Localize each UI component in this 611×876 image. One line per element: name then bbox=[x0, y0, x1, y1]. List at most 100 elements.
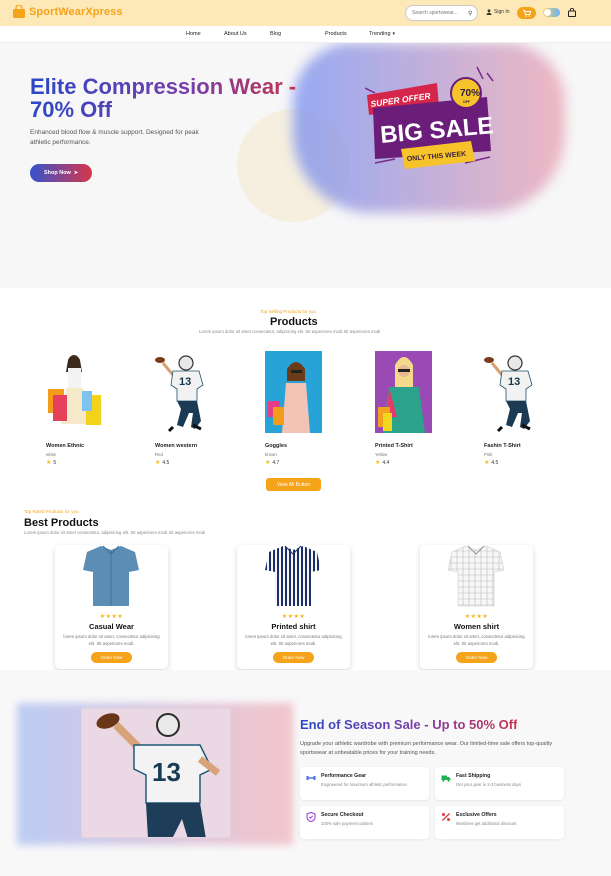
product-card[interactable]: Women Ethnic white ★ 5 bbox=[46, 351, 116, 466]
product-image bbox=[48, 355, 101, 425]
big-sale-banner: 70% OFF SUPER OFFER BIG SALE ONLY THIS W… bbox=[365, 66, 494, 169]
cart-icon bbox=[522, 9, 531, 17]
search-icon[interactable]: ⚲ bbox=[468, 10, 472, 17]
product-image bbox=[265, 351, 322, 433]
arrow-right-icon: ➤ bbox=[73, 170, 79, 176]
feature-performance-gear: Performance Gear Engineered for maximum … bbox=[300, 767, 429, 800]
rating-stars: ★★★★ bbox=[99, 614, 124, 620]
shop-now-button[interactable]: Shop Now ➤ bbox=[30, 164, 92, 182]
product-color: Yellow bbox=[375, 452, 388, 457]
truck-icon bbox=[441, 775, 451, 782]
feature-exclusive-offers: Exclusive Offers Members get additional … bbox=[435, 806, 564, 839]
sale-title: End of Season Sale - Up to 50% Off bbox=[300, 717, 518, 732]
banner-badge-sub: OFF bbox=[463, 100, 471, 104]
star-icon: ★ bbox=[155, 460, 161, 466]
svg-text:13: 13 bbox=[508, 376, 520, 388]
product-rating: ★ 4.4 bbox=[375, 459, 445, 467]
hero-section: Elite Compression Wear - 70% Off Enhance… bbox=[0, 43, 611, 288]
product-rating: ★ 4.5 bbox=[155, 459, 225, 467]
products-kicker: Top Selling Products for you bbox=[260, 309, 317, 314]
best-kicker: Top Rated Products for you bbox=[24, 509, 79, 514]
best-product-card[interactable]: ★★★★ Printed shirt lorem ipsum dolor sit… bbox=[237, 545, 350, 669]
svg-text:13: 13 bbox=[152, 757, 181, 787]
sale-description: Upgrade your athletic wardrobe with prem… bbox=[300, 741, 553, 756]
best-product-card[interactable]: ★★★★ Women shirt lorem ipsum dolor sit a… bbox=[420, 545, 533, 669]
product-card[interactable]: 13 Fashin T-Shirt Pink ★ 4.5 bbox=[484, 351, 554, 466]
nav-about-us[interactable]: About Us bbox=[224, 31, 247, 37]
theme-toggle[interactable] bbox=[543, 8, 560, 17]
order-now-button[interactable]: Order Now bbox=[91, 652, 132, 663]
feature-desc: 100% safe payment options bbox=[321, 821, 373, 826]
best-description: Lorem ipsum dolor sit amet consectetur, … bbox=[24, 530, 206, 535]
feature-desc: Members get additional discount bbox=[456, 821, 517, 826]
product-color: Pink bbox=[484, 452, 493, 457]
rating-value: 4.5 bbox=[491, 459, 499, 466]
best-title: Best Products bbox=[24, 517, 99, 529]
brand-name: SportWearXpress bbox=[29, 6, 123, 18]
rating-value: 4.5 bbox=[162, 459, 170, 466]
best-product-name: Women shirt bbox=[453, 622, 500, 631]
best-product-desc: lorem ipsum dolor sit amet, consectetur … bbox=[428, 634, 525, 646]
product-name: Women Ethnic bbox=[46, 443, 85, 449]
star-icon: ★ bbox=[375, 460, 381, 466]
signin-label: Sign In bbox=[494, 9, 510, 15]
product-color: Red bbox=[155, 452, 163, 457]
feature-title: Fast Shipping bbox=[456, 773, 491, 779]
star-icon: ★ bbox=[484, 460, 490, 466]
top-header: SportWearXpress ⚲ Sign In bbox=[0, 0, 611, 26]
feature-title: Exclusive Offers bbox=[456, 812, 497, 818]
products-description: Lorem ipsum dolor sit amet consectetur, … bbox=[199, 329, 381, 334]
best-product-card[interactable]: ★★★★ Casual Wear lorem ipsum dolor sit a… bbox=[55, 545, 168, 669]
product-color: white bbox=[46, 452, 57, 457]
nav-trending[interactable]: Trending ▾ bbox=[369, 31, 395, 37]
rating-stars: ★★★★ bbox=[464, 614, 489, 620]
hero-title: Elite Compression Wear - 70% Off bbox=[30, 75, 300, 121]
signin-link[interactable]: Sign In bbox=[486, 9, 510, 15]
product-image bbox=[375, 351, 432, 433]
best-product-name: Printed shirt bbox=[271, 622, 316, 631]
products-title: Products bbox=[270, 316, 318, 328]
user-icon bbox=[486, 9, 492, 15]
product-image bbox=[448, 545, 505, 607]
nav-blog[interactable]: Blog bbox=[270, 31, 281, 37]
product-name: Printed T-Shirt bbox=[375, 443, 413, 449]
cart-button[interactable] bbox=[517, 7, 536, 19]
feature-title: Performance Gear bbox=[321, 773, 366, 779]
product-image: 13 bbox=[155, 355, 204, 433]
dumbbell-icon bbox=[306, 776, 316, 780]
view-all-button[interactable]: View All Button bbox=[266, 478, 321, 491]
order-now-button[interactable]: Order Now bbox=[456, 652, 497, 663]
product-rating: ★ 4.7 bbox=[265, 459, 335, 467]
product-rating: ★ 5 bbox=[46, 459, 116, 467]
product-name: Women western bbox=[155, 443, 198, 449]
search-box: ⚲ bbox=[405, 5, 478, 21]
product-card[interactable]: 13 Women western Red ★ 4.5 bbox=[155, 351, 225, 466]
search-input[interactable] bbox=[412, 10, 468, 16]
svg-text:13: 13 bbox=[179, 376, 191, 388]
main-nav: Home About Us Blog Products Trending ▾ bbox=[0, 26, 611, 43]
chevron-down-icon: ▾ bbox=[392, 31, 396, 37]
hero-subtitle: Enhanced blood flow & muscle support. De… bbox=[30, 129, 199, 146]
sale-section: 13 End of Season Sale - Up to 50% Off Up… bbox=[0, 670, 611, 876]
rating-stars: ★★★★ bbox=[281, 614, 306, 620]
bag-icon[interactable] bbox=[568, 8, 576, 17]
brand-logo[interactable]: SportWearXpress bbox=[12, 5, 123, 19]
nav-home[interactable]: Home bbox=[186, 31, 201, 37]
nav-products[interactable]: Products bbox=[325, 31, 347, 37]
shopping-bag-icon bbox=[13, 5, 25, 18]
feature-secure-checkout: Secure Checkout 100% safe payment option… bbox=[300, 806, 429, 839]
rating-value: 4.4 bbox=[382, 459, 390, 466]
banner-badge-text: 70% bbox=[460, 88, 480, 99]
product-name: Goggles bbox=[265, 443, 288, 449]
feature-desc: Get your gear in 2-3 business days bbox=[456, 782, 521, 787]
toggle-knob bbox=[544, 9, 551, 16]
feature-desc: Engineered for maximum athletic performa… bbox=[321, 782, 407, 787]
products-section: Top Selling Products for you Products Lo… bbox=[0, 288, 611, 670]
product-card[interactable]: Printed T-Shirt Yellow ★ 4.4 bbox=[375, 351, 445, 466]
star-icon: ★ bbox=[265, 460, 271, 466]
order-now-button[interactable]: Order Now bbox=[273, 652, 314, 663]
product-card[interactable]: Goggles brown ★ 4.7 bbox=[265, 351, 335, 466]
athlete-illustration: 13 bbox=[96, 713, 221, 837]
shop-now-label: Shop Now bbox=[43, 170, 71, 176]
rating-value: 5 bbox=[53, 459, 57, 466]
